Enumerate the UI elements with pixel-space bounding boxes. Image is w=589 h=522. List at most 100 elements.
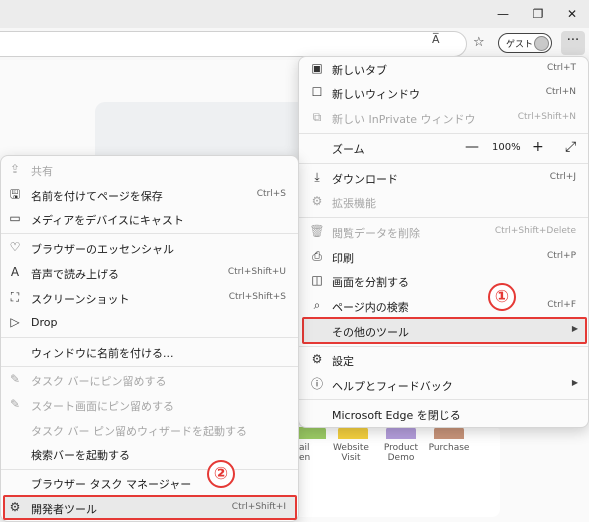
menu-item-label: ヘルプとフィードバック — [332, 380, 453, 393]
save-icon: 🖫 — [9, 187, 21, 201]
settings-and-more-button[interactable]: ··· — [561, 31, 585, 55]
shortcut-label: Ctrl+Shift+N — [517, 112, 576, 122]
menu-item-label: 新しいウィンドウ — [332, 88, 420, 101]
menu-item-settings[interactable]: ⚙ 設定 — [299, 348, 588, 372]
funnel-bar — [296, 427, 326, 439]
menu-item-more-tools[interactable]: その他のツール ▶ — [299, 319, 588, 343]
menu-item-new-tab[interactable]: ▣ 新しいタブ Ctrl+T — [299, 57, 588, 81]
menu-item-clear-browsing-data[interactable]: 🗑 閲覧データを削除 Ctrl+Shift+Delete — [299, 220, 588, 244]
download-icon: ⤓ — [314, 170, 320, 184]
menu-item-new-window[interactable]: ☐ 新しいウィンドウ Ctrl+N — [299, 81, 588, 105]
address-bar[interactable] — [0, 31, 467, 57]
find-icon: ⌕ — [313, 298, 321, 312]
menu-item-label: ブラウザーのエッセンシャル — [31, 243, 174, 256]
menu-item-help[interactable]: ⓘ ヘルプとフィードバック ▶ — [299, 373, 588, 397]
minimize-icon[interactable]: — — [491, 4, 515, 24]
menu-item-label: ズーム — [332, 143, 365, 156]
menu-item-label: スタート画面にピン留めする — [31, 400, 174, 413]
menu-item-drop[interactable]: ▷ Drop — [1, 311, 298, 335]
menu-item-label: 新しいタブ — [332, 64, 387, 77]
send-icon: ▷ — [10, 315, 20, 329]
menu-item-save-page-as[interactable]: 🖫 名前を付けてページを保存 Ctrl+S — [1, 183, 298, 207]
menu-item-label: スクリーンショット — [31, 293, 130, 306]
menu-item-name-window[interactable]: ウィンドウに名前を付ける... — [1, 340, 298, 364]
menu-item-pin-start[interactable]: ✎ スタート画面にピン留めする — [1, 393, 298, 417]
trash-icon: 🗑 — [309, 224, 325, 238]
menu-item-label: メディアをデバイスにキャスト — [31, 214, 184, 227]
menu-item-cast[interactable]: ▭ メディアをデバイスにキャスト — [1, 207, 298, 231]
funnel-bar — [338, 427, 368, 439]
menu-item-label: ブラウザー タスク マネージャー — [31, 478, 192, 491]
guest-profile-button[interactable]: ゲスト — [498, 33, 552, 53]
menu-item-pin-wizard[interactable]: タスク バー ピン留めウィザードを起動する — [1, 418, 298, 442]
menu-item-print[interactable]: ⎙ 印刷 Ctrl+P — [299, 245, 588, 269]
shortcut-label: Ctrl+N — [545, 87, 576, 97]
gear-icon: ⚙ — [311, 352, 323, 366]
chevron-right-icon: ▶ — [571, 378, 578, 387]
window-icon: ☐ — [311, 85, 323, 99]
divider — [299, 217, 588, 218]
cast-icon: ▭ — [9, 211, 21, 225]
shortcut-label: Ctrl+Shift+U — [227, 267, 286, 277]
shortcut-label: Ctrl+Shift+S — [228, 292, 286, 302]
menu-item-label: 新しい InPrivate ウィンドウ — [332, 113, 476, 126]
read-aloud-icon[interactable]: A̅ — [432, 33, 440, 46]
funnel-bar — [386, 427, 416, 439]
read-aloud-icon: A — [10, 265, 20, 279]
divider — [299, 163, 588, 164]
restore-icon[interactable]: ❐ — [526, 4, 550, 24]
menu-item-label: 名前を付けてページを保存 — [31, 190, 163, 203]
divider — [1, 337, 298, 338]
close-icon[interactable]: ✕ — [560, 4, 584, 24]
menu-item-pin-taskbar[interactable]: ✎ タスク バーにピン留めする — [1, 368, 298, 392]
heart-pulse-icon: ♡ — [9, 240, 21, 254]
menu-item-zoom: ズーム — 100% + ⤢ — [299, 136, 588, 160]
divider — [1, 233, 298, 234]
divider — [299, 399, 588, 400]
menu-item-label: 開発者ツール — [31, 503, 97, 516]
menu-item-extensions[interactable]: ⚙ 拡張機能 — [299, 190, 588, 214]
shortcut-label: Ctrl+P — [547, 251, 576, 261]
shortcut-label: Ctrl+Shift+Delete — [494, 226, 576, 236]
split-screen-icon: ◫ — [311, 273, 323, 287]
extensions-icon: ⚙ — [311, 194, 323, 208]
divider — [1, 366, 298, 367]
menu-item-read-aloud[interactable]: A 音声で読み上げる Ctrl+Shift+U — [1, 261, 298, 285]
printer-icon: ⎙ — [312, 249, 322, 263]
menu-item-label: タスク バー ピン留めウィザードを起動する — [31, 425, 247, 438]
menu-item-share[interactable]: ⇪ 共有 — [1, 158, 298, 182]
menu-item-label: 検索バーを起動する — [31, 449, 130, 462]
menu-item-label: その他のツール — [332, 326, 409, 339]
menu-item-task-manager[interactable]: ブラウザー タスク マネージャー — [1, 471, 298, 495]
menu-item-find-on-page[interactable]: ⌕ ページ内の検索 Ctrl+F — [299, 294, 588, 318]
chevron-right-icon: ▶ — [571, 324, 578, 333]
menu-item-new-inprivate[interactable]: ⧉ 新しい InPrivate ウィンドウ Ctrl+Shift+N — [299, 106, 588, 130]
zoom-out-button[interactable]: — — [465, 139, 479, 155]
shortcut-label: Ctrl+T — [546, 63, 576, 73]
menu-item-label: Microsoft Edge を閉じる — [332, 409, 461, 422]
menu-item-search-bar[interactable]: 検索バーを起動する — [1, 442, 298, 466]
zoom-in-button[interactable]: + — [532, 139, 544, 155]
menu-item-label: 設定 — [332, 355, 354, 368]
menu-item-developer-tools[interactable]: ⚙ 開発者ツール Ctrl+Shift+I — [1, 496, 298, 520]
more-tools-submenu: ⇪ 共有 🖫 名前を付けてページを保存 Ctrl+S ▭ メディアをデバイスにキ… — [0, 155, 299, 522]
step-badge-2: ② — [207, 460, 235, 488]
favorites-icon[interactable]: ☆ — [473, 35, 485, 50]
divider — [1, 469, 298, 470]
menu-item-screenshot[interactable]: ⛶ スクリーンショット Ctrl+Shift+S — [1, 286, 298, 310]
avatar — [534, 36, 549, 51]
menu-item-label: 印刷 — [332, 252, 354, 265]
divider — [299, 346, 588, 347]
menu-item-close-edge[interactable]: Microsoft Edge を閉じる — [299, 402, 588, 426]
menu-item-browser-essentials[interactable]: ♡ ブラウザーのエッセンシャル — [1, 236, 298, 260]
new-tab-icon: ▣ — [311, 61, 323, 75]
fullscreen-icon[interactable]: ⤢ — [565, 139, 576, 155]
menu-item-split-screen[interactable]: ◫ 画面を分割する — [299, 269, 588, 293]
help-icon: ⓘ — [310, 377, 323, 391]
menu-item-label: ページ内の検索 — [332, 301, 409, 314]
menu-item-label: タスク バーにピン留めする — [31, 375, 167, 388]
menu-item-downloads[interactable]: ⤓ ダウンロード Ctrl+J — [299, 166, 588, 190]
menu-item-label: ウィンドウに名前を付ける... — [31, 347, 174, 360]
funnel-label: Website Visit — [333, 443, 369, 463]
menu-item-label: ダウンロード — [332, 173, 398, 186]
